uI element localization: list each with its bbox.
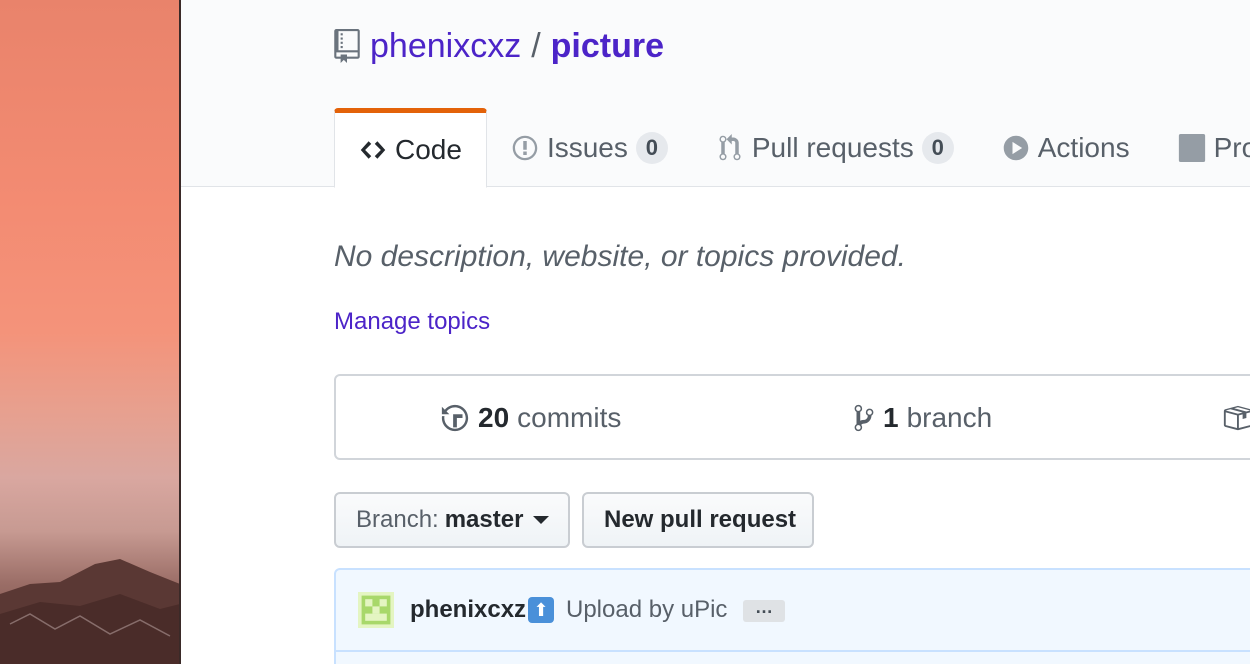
tab-issues[interactable]: Issues 0 — [487, 108, 692, 188]
path-separator: / — [531, 26, 541, 65]
mountain-image — [0, 559, 180, 664]
repo-icon — [334, 29, 360, 63]
new-pull-request-label: New pull request — [604, 506, 797, 533]
issue-icon — [512, 135, 538, 161]
branch-label: branch — [906, 402, 993, 433]
repo-name-link[interactable]: picture — [551, 27, 664, 66]
up-arrow-emoji-icon: ⬆ — [528, 597, 554, 623]
branch-select-label: Branch: — [356, 506, 439, 533]
repo-owner-link[interactable]: phenixcxz — [370, 27, 521, 66]
commits-link[interactable]: 20 commits — [440, 376, 621, 460]
branches-link[interactable]: 1 branch — [853, 376, 992, 460]
tab-code-label: Code — [395, 134, 462, 165]
latest-commit-bar: phenixcxz ⬆ Upload by uPic … — [334, 568, 1250, 664]
code-icon — [360, 141, 386, 159]
tab-pull-requests[interactable]: Pull requests 0 — [692, 108, 978, 188]
commit-author-link[interactable]: phenixcxz — [410, 596, 526, 624]
desktop-wallpaper — [0, 0, 180, 664]
branch-select-value: master — [444, 506, 524, 533]
play-icon — [1003, 135, 1028, 161]
repo-page: phenixcxz / picture Code Issues 0 Pull r… — [181, 0, 1250, 664]
tab-pull-requests-label: Pull requests — [751, 132, 914, 163]
pull-request-icon — [719, 134, 741, 161]
commit-message-link[interactable]: Upload by uPic — [566, 596, 727, 624]
new-pull-request-button[interactable]: New pull request — [582, 492, 814, 548]
latest-commit-row: phenixcxz ⬆ Upload by uPic … — [336, 570, 1250, 652]
numbers-summary: 20 commits 1 branch — [334, 374, 1250, 460]
packages-link[interactable] — [1222, 376, 1250, 460]
commits-count: 20 — [478, 402, 510, 433]
branch-icon — [854, 404, 874, 432]
history-icon — [441, 404, 469, 432]
commits-label: commits — [517, 402, 622, 433]
avatar[interactable] — [358, 592, 394, 628]
ellipsis-expander-button[interactable]: … — [743, 598, 785, 622]
issues-counter: 0 — [635, 132, 668, 164]
tab-actions[interactable]: Actions — [978, 108, 1154, 188]
project-icon — [1178, 134, 1205, 162]
tab-issues-label: Issues — [546, 132, 628, 163]
repo-description: No description, website, or topics provi… — [334, 240, 906, 273]
branch-select-button[interactable]: Branch: master — [334, 492, 570, 548]
pull-requests-counter: 0 — [921, 132, 954, 164]
manage-topics-link[interactable]: Manage topics — [334, 308, 490, 336]
branch-count: 1 — [883, 402, 899, 433]
caret-down-icon — [533, 516, 550, 524]
repo-header: phenixcxz / picture Code Issues 0 Pull r… — [181, 0, 1250, 188]
repo-nav-tabs: Code Issues 0 Pull requests 0 Actions Pr… — [334, 108, 1250, 188]
tab-projects[interactable]: Pro — [1154, 108, 1250, 188]
tab-projects-label: Pro — [1213, 132, 1250, 163]
tab-actions-label: Actions — [1037, 132, 1130, 163]
package-icon — [1223, 405, 1250, 431]
repo-title: phenixcxz / picture — [334, 26, 664, 66]
tab-code[interactable]: Code — [334, 108, 487, 188]
